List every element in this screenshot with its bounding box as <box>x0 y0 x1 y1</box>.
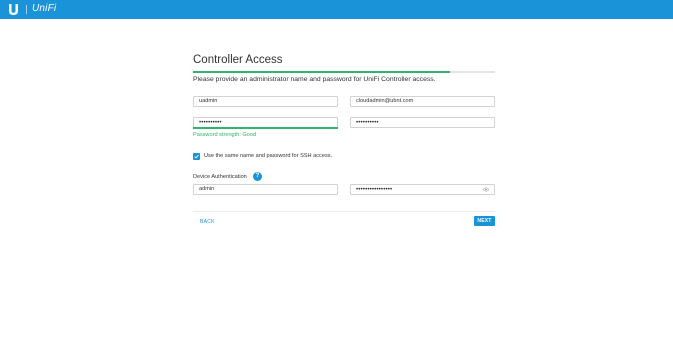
password-strength-bar <box>193 127 338 129</box>
page-subtitle: Please provide an administrator name and… <box>193 76 436 83</box>
device-username-field[interactable]: admin <box>193 184 338 195</box>
ubiquiti-logo-icon <box>9 4 18 15</box>
confirm-password-field[interactable]: •••••••••• <box>350 117 495 128</box>
eye-icon[interactable] <box>483 187 489 192</box>
next-button[interactable]: NEXT <box>474 216 495 226</box>
ssh-checkbox-label[interactable]: Use the same name and password for SSH a… <box>204 153 332 159</box>
logo-divider <box>26 5 27 14</box>
device-auth-label: Device Authentication <box>193 174 247 180</box>
app-logo-text: UniFi <box>32 3 57 14</box>
password-strength-text: Password strength: Good <box>193 132 257 138</box>
help-icon[interactable]: ? <box>253 172 262 181</box>
setup-progress-track <box>193 71 495 73</box>
device-password-value: •••••••••••••••• <box>356 186 393 193</box>
admin-name-field[interactable]: uadmin <box>193 96 338 107</box>
ssh-same-credentials-checkbox[interactable] <box>193 153 200 160</box>
admin-email-field[interactable]: cloudadmin@ubnt.com <box>350 96 495 107</box>
back-button[interactable]: BACK <box>200 219 215 225</box>
page-title: Controller Access <box>193 54 283 66</box>
setup-progress-fill <box>193 71 450 73</box>
form-divider <box>193 211 495 212</box>
checkmark-icon <box>194 154 199 159</box>
top-bar: UniFi <box>0 0 673 19</box>
device-password-field[interactable]: •••••••••••••••• <box>350 184 495 195</box>
setup-card: Controller Access Please provide an admi… <box>193 41 495 341</box>
